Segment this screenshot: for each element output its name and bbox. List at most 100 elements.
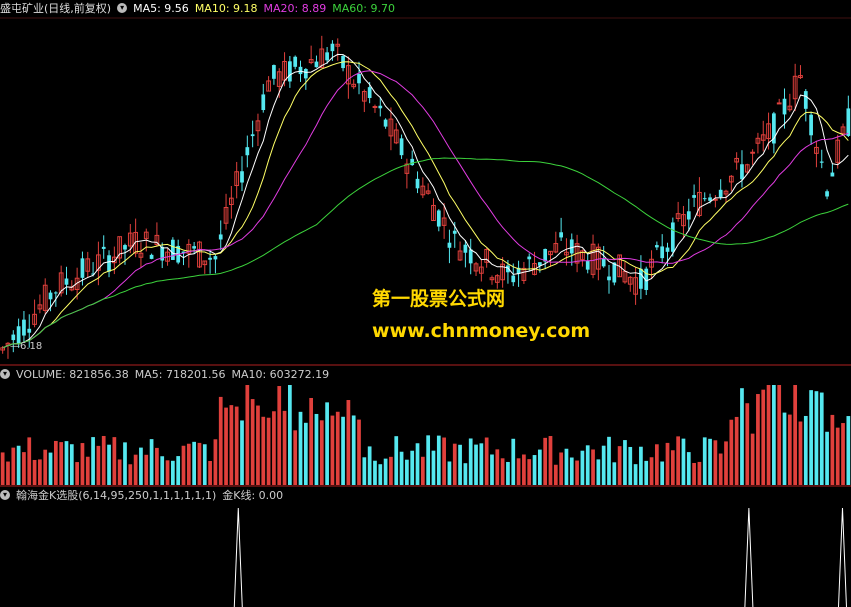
volume-bar	[830, 414, 835, 485]
volume-bar	[96, 445, 101, 485]
volume-bar	[80, 443, 85, 485]
volume-bar	[224, 407, 228, 485]
volume-bar	[266, 417, 271, 485]
dropdown-circle-icon[interactable]: ▾	[0, 490, 10, 500]
volume-bar	[580, 450, 585, 485]
volume-bar	[112, 437, 117, 485]
volume-bar	[218, 396, 223, 485]
volume-bar	[139, 447, 143, 485]
volume-bar	[405, 459, 409, 485]
volume-bar	[596, 459, 601, 485]
volume-bar	[532, 455, 537, 485]
volume-bar	[841, 423, 845, 485]
volume-bar	[766, 385, 771, 485]
volume-bar	[798, 421, 803, 485]
volume-bar	[644, 460, 649, 485]
candle-body	[585, 260, 590, 270]
indicator-spike	[837, 507, 847, 607]
volume-bar	[378, 464, 383, 485]
volume-bar	[288, 385, 292, 485]
indicator-spike	[744, 507, 754, 607]
volume-bar	[793, 385, 798, 485]
volume-bar	[303, 422, 308, 485]
volume-bar	[367, 446, 372, 485]
dropdown-circle-icon[interactable]: ▾	[0, 369, 10, 379]
volume-bar	[750, 433, 755, 485]
candle-body	[399, 138, 404, 156]
volume-bar	[660, 461, 665, 485]
candle-body	[846, 108, 851, 136]
candle-body	[80, 258, 85, 278]
volume-bar	[500, 458, 505, 485]
volume-bar	[484, 437, 489, 485]
volume-bar	[335, 411, 340, 485]
indicator-legend: ▾ 翰海金K选股(6,14,95,250,1,1,1,1,1,1) 金K线: 0…	[0, 487, 289, 503]
candle-body	[213, 256, 218, 260]
candle-body	[569, 239, 574, 254]
volume-bar	[633, 464, 638, 485]
volume-bar	[133, 454, 138, 485]
volume-bar	[777, 385, 782, 485]
volume-bar	[756, 394, 760, 485]
candle-body	[53, 292, 58, 294]
volume-bar	[537, 449, 542, 485]
candle-body	[655, 245, 659, 248]
candle-body	[272, 65, 276, 79]
candle-body	[357, 73, 361, 84]
dropdown-circle-icon[interactable]: ▾	[117, 3, 128, 13]
indicator-spike	[233, 507, 243, 607]
candle-body	[325, 52, 329, 61]
volume-bar	[234, 406, 239, 485]
volume-bar	[809, 390, 813, 485]
volume-bar	[543, 437, 548, 485]
volume-bar	[128, 464, 133, 485]
volume-bar	[197, 442, 202, 485]
volume-bar	[463, 463, 468, 485]
candle-body	[330, 43, 335, 52]
volume-bar	[309, 397, 314, 485]
volume-bar	[149, 439, 154, 485]
volume-bar	[389, 456, 393, 485]
volume-bar	[617, 446, 622, 485]
volume-bar	[740, 388, 744, 485]
volume-bar	[27, 437, 32, 485]
volume-bar	[702, 437, 707, 485]
volume-bar	[522, 454, 526, 485]
volume-bar	[745, 403, 750, 485]
volume-bar	[48, 452, 53, 485]
candle-body	[261, 94, 266, 111]
candle-body	[298, 66, 303, 75]
volume-bar	[649, 457, 654, 485]
volume-bar	[490, 454, 494, 485]
volume-label: VOLUME: 821856.38	[16, 367, 129, 381]
volume-bar	[458, 444, 462, 485]
volume-bar	[250, 399, 255, 485]
volume-bar	[681, 438, 686, 485]
candle-body	[64, 278, 69, 285]
volume-bar	[442, 437, 446, 485]
candle-body	[372, 106, 378, 109]
volume-bar	[325, 402, 329, 485]
indicator-value: 金K线: 0.00	[222, 489, 284, 502]
candle-body	[447, 242, 452, 248]
volume-bar	[213, 439, 218, 485]
volume-bar	[623, 440, 627, 485]
candle-body	[819, 161, 824, 163]
volume-bar	[612, 462, 617, 485]
candle-body	[367, 87, 372, 99]
volume-bar	[6, 461, 10, 485]
volume-bar	[117, 459, 122, 485]
candle-body	[468, 249, 473, 264]
volume-bar	[468, 438, 473, 485]
volume-bar	[298, 411, 303, 485]
volume-bar	[293, 430, 298, 485]
volume-bar	[787, 414, 792, 485]
volume-bar	[107, 444, 111, 485]
volume-bar	[559, 452, 563, 485]
candle-body	[601, 259, 606, 267]
volume-bar	[32, 459, 37, 485]
stock-name[interactable]: 盛屯矿业(日线,前复权)	[0, 0, 111, 16]
candle-body	[101, 246, 106, 249]
volume-bar	[16, 445, 21, 485]
candle-body	[612, 262, 617, 283]
